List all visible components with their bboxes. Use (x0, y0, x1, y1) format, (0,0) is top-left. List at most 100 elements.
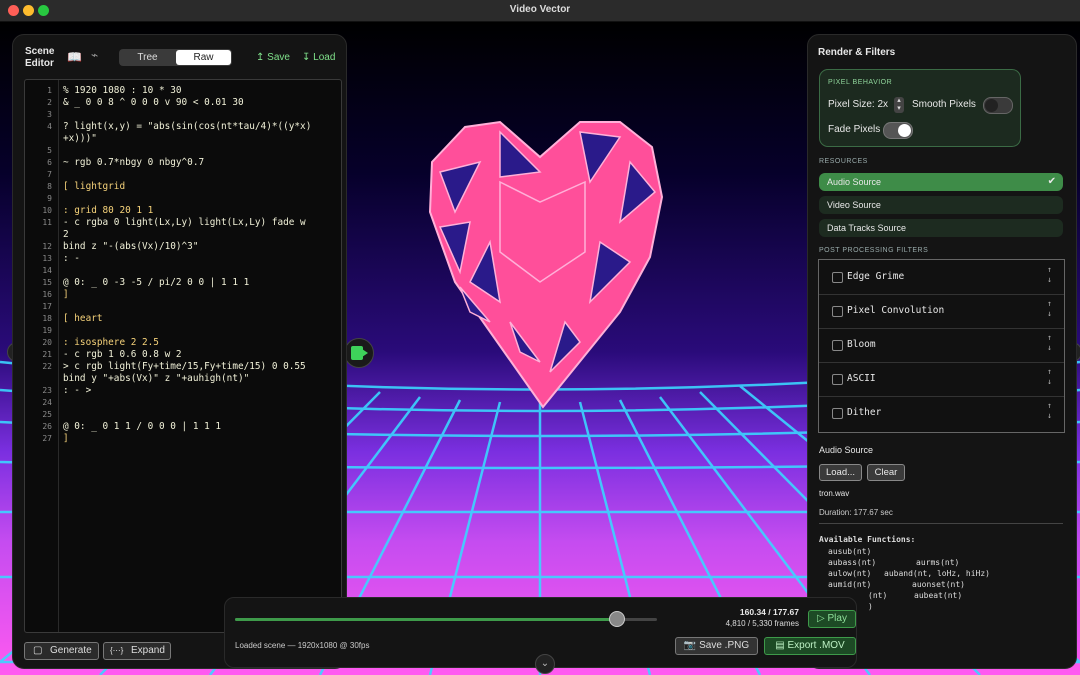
code-line[interactable]: 15 @ 0: _ 0 -3 -5 / pi/2 0 0 | 1 1 1 (25, 277, 341, 289)
timeline-scrubber[interactable] (608, 611, 625, 627)
export-mov-button[interactable]: ▤ Export .MOV (764, 637, 856, 655)
smooth-pixels-toggle[interactable] (983, 97, 1013, 114)
reorder-icon[interactable]: ↑ ↓ (1047, 299, 1052, 319)
code-line[interactable]: 24 (25, 397, 341, 409)
line-number: 5 (47, 146, 52, 155)
expand-icon: {⋯} (110, 646, 124, 655)
code-line[interactable]: 25 (25, 409, 341, 421)
clear-audio-button[interactable]: Clear (867, 464, 905, 481)
code-line[interactable]: +x)))" (25, 133, 341, 145)
tab-raw[interactable]: Raw (176, 50, 231, 65)
code-line[interactable]: 22 > c rgb light(Fy+time/15,Fy+time/15) 0… (25, 361, 341, 373)
generate-button[interactable]: ▢ Generate (24, 642, 99, 660)
code-line[interactable]: 27] (25, 433, 341, 445)
filter-checkbox[interactable] (832, 340, 843, 351)
code-line[interactable]: 14 (25, 265, 341, 277)
play-button[interactable]: ▷ Play (808, 610, 856, 628)
load-audio-button[interactable]: Load... (819, 464, 862, 481)
resource-video[interactable]: Video Source (819, 196, 1063, 214)
code-line[interactable]: 2 & _ 0 0 8 ^ 0 0 0 v 90 < 0.01 30 (25, 97, 341, 109)
reorder-icon[interactable]: ↑ ↓ (1047, 401, 1052, 421)
function-name: ausub(nt) (828, 547, 872, 556)
line-number: 8 (47, 182, 52, 191)
code-line[interactable]: 26 @ 0: _ 0 1 1 / 0 0 0 | 1 1 1 (25, 421, 341, 433)
filter-row[interactable]: Dither ↑ ↓ (819, 396, 1064, 430)
line-number: 13 (42, 254, 52, 263)
filters-header: POST PROCESSING FILTERS (819, 247, 929, 254)
filter-label: Dither (847, 407, 882, 418)
line-number: 16 (42, 290, 52, 299)
function-name: ) (868, 602, 873, 611)
code-line[interactable]: 8 [ lightgrid (25, 181, 341, 193)
code-line[interactable]: 17 (25, 301, 341, 313)
filter-row[interactable]: ASCII ↑ ↓ (819, 362, 1064, 397)
load-scene-button[interactable]: ↧ Load (302, 52, 335, 63)
resource-label: Data Tracks Source (827, 223, 907, 233)
code-line[interactable]: 11 - c rgba 0 light(Lx,Ly) light(Lx,Ly) f… (25, 217, 341, 229)
save-png-button[interactable]: 📷 Save .PNG (675, 637, 758, 655)
chart-icon[interactable]: ⌁ (91, 48, 98, 62)
line-number: 1 (47, 86, 52, 95)
code-text: bind z "-(abs(Vx)/10)^3" (63, 241, 199, 252)
code-line[interactable]: 13 : - (25, 253, 341, 265)
filter-checkbox[interactable] (832, 374, 843, 385)
fade-pixels-toggle[interactable] (883, 122, 913, 139)
code-line[interactable]: 7 (25, 169, 341, 181)
audio-file-name: tron.wav (819, 489, 850, 498)
code-text: : - (63, 253, 80, 264)
reorder-icon[interactable]: ↑ ↓ (1047, 265, 1052, 285)
run-scene-button[interactable] (344, 338, 374, 368)
filter-checkbox[interactable] (832, 272, 843, 283)
code-text: & _ 0 0 8 ^ 0 0 0 v 90 < 0.01 30 (63, 97, 244, 108)
line-number: 18 (42, 314, 52, 323)
filter-checkbox[interactable] (832, 306, 843, 317)
code-text: > c rgb light(Fy+time/15,Fy+time/15) 0 0… (63, 361, 306, 372)
code-line[interactable]: bind y "+abs(Vx)" z "+auhigh(nt)" (25, 373, 341, 385)
book-icon[interactable]: 📖 (67, 50, 82, 64)
code-line[interactable]: 9 (25, 193, 341, 205)
code-editor[interactable]: 1 % 1920 1080 : 10 * 30 2 & _ 0 0 8 ^ 0 0 0… (24, 79, 342, 633)
code-line[interactable]: 10: grid 80 20 1 1 (25, 205, 341, 217)
code-line[interactable]: 3 (25, 109, 341, 121)
resources-header: RESOURCES (819, 158, 868, 165)
collapse-playback-button[interactable]: ⌄ (535, 654, 555, 674)
heart-mesh (428, 120, 664, 409)
save-scene-button[interactable]: ↥ Save (256, 52, 290, 63)
filter-row[interactable]: Pixel Convolution ↑ ↓ (819, 294, 1064, 329)
code-line[interactable]: 2 (25, 229, 341, 241)
code-line[interactable]: 1 % 1920 1080 : 10 * 30 (25, 85, 341, 97)
tab-tree[interactable]: Tree (120, 50, 175, 65)
filter-row[interactable]: Edge Grime ↑ ↓ (819, 260, 1064, 295)
code-line[interactable]: 23: - > (25, 385, 341, 397)
pixel-size-stepper[interactable]: ▴ ▾ (894, 97, 904, 113)
timeline-track[interactable] (235, 611, 657, 627)
code-line[interactable]: 18 [ heart (25, 313, 341, 325)
function-name: aumid(nt) (828, 580, 872, 589)
code-line[interactable]: 4 ? light(x,y) = "abs(sin(cos(nt*tau/4)*(… (25, 121, 341, 133)
line-number: 26 (42, 422, 52, 431)
code-line[interactable]: 5 (25, 145, 341, 157)
toggle-knob (898, 124, 911, 137)
line-number: 3 (47, 110, 52, 119)
reorder-icon[interactable]: ↑ ↓ (1047, 333, 1052, 353)
resource-data-tracks[interactable]: Data Tracks Source (819, 219, 1063, 237)
code-line[interactable]: 12 bind z "-(abs(Vx)/10)^3" (25, 241, 341, 253)
code-line[interactable]: 19 (25, 325, 341, 337)
function-name: aurms(nt) (916, 558, 960, 567)
reorder-icon[interactable]: ↑ ↓ (1047, 367, 1052, 387)
line-number: 21 (42, 350, 52, 359)
play-label: Play (827, 613, 847, 624)
line-number: 4 (47, 122, 52, 131)
function-name: aulow(nt) (828, 569, 872, 578)
filter-row[interactable]: Bloom ↑ ↓ (819, 328, 1064, 363)
function-name: auband(nt, loHz, hiHz) (884, 569, 990, 578)
pixel-behavior-card: PIXEL BEHAVIOR Pixel Size: 2x ▴ ▾ Smooth … (819, 69, 1021, 147)
view-mode-toggle[interactable]: Tree Raw (119, 49, 232, 66)
code-line[interactable]: 20: isosphere 2 2.5 (25, 337, 341, 349)
code-line[interactable]: 16] (25, 289, 341, 301)
filter-checkbox[interactable] (832, 408, 843, 419)
code-line[interactable]: 6 ~ rgb 0.7*nbgy 0 nbgy^0.7 (25, 157, 341, 169)
expand-button[interactable]: {⋯} Expand (103, 642, 171, 660)
resource-audio[interactable]: Audio Source ✔ (819, 173, 1063, 191)
code-line[interactable]: 21 - c rgb 1 0.6 0.8 w 2 (25, 349, 341, 361)
